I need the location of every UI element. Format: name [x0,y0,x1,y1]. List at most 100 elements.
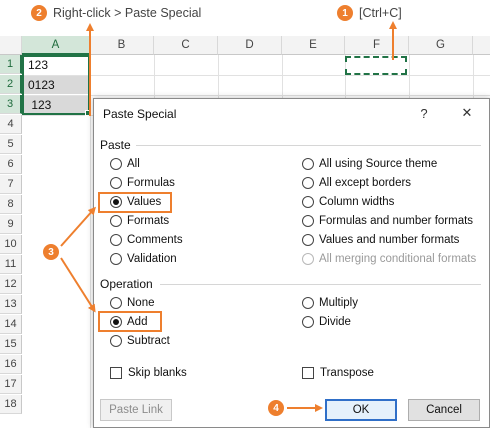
radio-label: Divide [319,316,351,328]
radio-label: Comments [127,234,183,246]
radio-divide[interactable]: Divide [302,316,351,328]
radio-dot [110,177,122,189]
step-1-badge: 1 [337,5,353,21]
radio-label: Formats [127,215,170,227]
column-header-e[interactable]: E [282,36,345,55]
radio-formats[interactable]: Formats [110,215,169,227]
row-header-12[interactable]: 12 [0,275,22,294]
radio-dot [110,297,122,309]
checkbox-box [302,367,314,379]
row-header-3[interactable]: 3 [0,95,22,114]
radio-label: None [127,297,155,309]
radio-dot [302,215,314,227]
row-header-18[interactable]: 18 [0,395,22,414]
paste-group-line [136,145,481,146]
radio-dot [110,253,122,265]
gridline [22,95,490,96]
radio-multiply[interactable]: Multiply [302,297,358,309]
skip-blanks-checkbox[interactable]: Skip blanks [110,367,187,379]
row-header-8[interactable]: 8 [0,195,22,214]
step-2-text: Right-click > Paste Special [53,6,202,20]
selection-range [22,55,90,115]
row-header-16[interactable]: 16 [0,355,22,374]
paste-section-label: Paste [100,138,131,152]
paste-link-button[interactable]: Paste Link [100,399,172,421]
row-header-10[interactable]: 10 [0,235,22,254]
row-header-1[interactable]: 1 [0,55,22,74]
radio-dot [302,253,314,265]
row-header-9[interactable]: 9 [0,215,22,234]
copy-marquee-f1 [345,56,407,75]
radio-dot [110,335,122,347]
radio-dot [302,297,314,309]
radio-all-merging-conditional-formats: All merging conditional formats [302,253,476,265]
radio-dot [110,215,122,227]
radio-label: Values and number formats [319,234,460,246]
checkbox-label: Skip blanks [128,367,187,379]
radio-formulas[interactable]: Formulas [110,177,175,189]
column-header-h[interactable] [473,36,490,55]
column-header-f[interactable]: F [345,36,409,55]
dialog-titlebar: Paste Special ? ✕ [94,99,489,129]
cancel-button[interactable]: Cancel [408,399,480,421]
radio-label: All merging conditional formats [319,253,477,265]
radio-label: Subtract [127,335,170,347]
row-header-13[interactable]: 13 [0,295,22,314]
annotation-step-1: 1 [Ctrl+C] [337,5,402,21]
operation-section-label: Operation [100,277,153,291]
paste-special-dialog: Paste Special ? ✕ Paste All Formulas Val… [93,98,490,428]
fill-handle[interactable] [85,110,91,116]
checkbox-label: Transpose [320,367,374,379]
add-highlight [98,311,162,332]
radio-formulas-and-number-formats[interactable]: Formulas and number formats [302,215,473,227]
step-1-text: [Ctrl+C] [359,6,402,20]
radio-all-except-borders[interactable]: All except borders [302,177,411,189]
radio-dot [302,234,314,246]
step-3-badge: 3 [43,244,59,260]
column-header-c[interactable]: C [154,36,218,55]
radio-label: All except borders [319,177,412,189]
radio-dot [110,158,122,170]
column-header-a[interactable]: A [22,36,90,55]
transpose-checkbox[interactable]: Transpose [302,367,374,379]
row-header-7[interactable]: 7 [0,175,22,194]
row-header-15[interactable]: 15 [0,335,22,354]
row-header-2[interactable]: 2 [0,75,22,94]
ok-button[interactable]: OK [325,399,397,421]
column-header-d[interactable]: D [218,36,282,55]
radio-validation[interactable]: Validation [110,253,177,265]
gridline [22,75,490,76]
radio-dot [302,158,314,170]
row-header-11[interactable]: 11 [0,255,22,274]
radio-subtract[interactable]: Subtract [110,335,170,347]
radio-comments[interactable]: Comments [110,234,183,246]
row-header-17[interactable]: 17 [0,375,22,394]
select-all-corner[interactable] [0,36,22,55]
radio-dot [110,234,122,246]
values-highlight [98,192,172,213]
annotation-step-2: 2 Right-click > Paste Special [31,5,201,21]
radio-label: All using Source theme [319,158,438,170]
radio-label: Multiply [319,297,358,309]
radio-label: All [127,158,140,170]
row-header-14[interactable]: 14 [0,315,22,334]
radio-values-and-number-formats[interactable]: Values and number formats [302,234,459,246]
help-icon[interactable]: ? [416,105,432,121]
step-4-badge: 4 [268,400,284,416]
row-header-4[interactable]: 4 [0,115,22,134]
checkbox-box [110,367,122,379]
close-icon[interactable]: ✕ [459,105,475,121]
radio-all[interactable]: All [110,158,140,170]
column-header-b[interactable]: B [90,36,154,55]
radio-none[interactable]: None [110,297,155,309]
operation-group-line [160,284,481,285]
radio-label: Formulas and number formats [319,215,474,227]
row-header-6[interactable]: 6 [0,155,22,174]
column-header-g[interactable]: G [409,36,473,55]
radio-dot [302,316,314,328]
step-2-badge: 2 [31,5,47,21]
radio-column-widths[interactable]: Column widths [302,196,394,208]
radio-all-using-source-theme[interactable]: All using Source theme [302,158,437,170]
row-header-5[interactable]: 5 [0,135,22,154]
radio-label: Validation [127,253,177,265]
